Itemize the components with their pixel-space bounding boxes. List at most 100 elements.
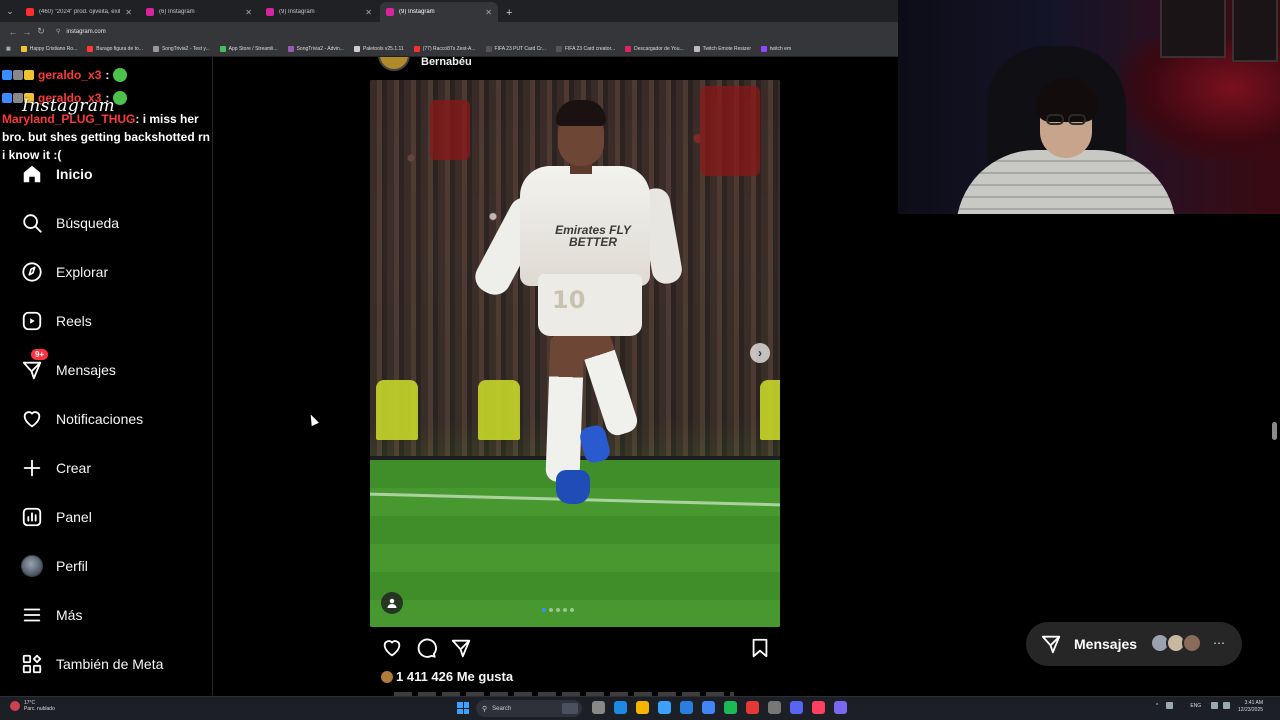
network-icon[interactable]	[1211, 702, 1219, 709]
carousel-dot	[541, 608, 546, 612]
taskbar-search-placeholder: Search	[492, 705, 512, 712]
sidebar-item-mensajes[interactable]: 9+ Mensajes	[0, 345, 213, 394]
task-view-icon[interactable]	[592, 701, 605, 714]
new-tab-button[interactable]: +	[500, 7, 518, 22]
spotify-icon[interactable]	[724, 701, 737, 714]
post-header: Bernabéu	[378, 57, 472, 71]
tab-search-icon[interactable]: ⌄	[0, 0, 20, 22]
bookmark[interactable]: Twitch Emote Resizer	[693, 45, 751, 52]
music-icon[interactable]	[812, 701, 825, 714]
sidebar-item-panel[interactable]: Panel	[0, 492, 213, 541]
mail-icon[interactable]	[680, 701, 693, 714]
bookmark[interactable]: SongTrivia2 - Advin...	[287, 45, 344, 52]
browser-tab[interactable]: (460) "2024" prod. ojiveita, exil ✕	[20, 2, 138, 22]
messenger-icon	[20, 358, 44, 382]
page-scrollbar[interactable]	[1272, 422, 1277, 440]
messages-label: Mensajes	[1074, 636, 1138, 652]
sidebar-item-label: Más	[56, 606, 83, 623]
browser-tab[interactable]: (9) Instagram ✕	[260, 2, 378, 22]
sidebar-item-explorar[interactable]: Explorar	[0, 247, 213, 296]
bookmark[interactable]: FIFA 23 PUT Card Cr...	[485, 45, 546, 52]
save-bookmark-icon[interactable]	[748, 636, 772, 660]
sidebar-item-reels[interactable]: Reels	[0, 296, 213, 345]
close-tab-icon[interactable]: ✕	[125, 8, 132, 17]
sidebar-item-label: Inicio	[56, 165, 93, 182]
obs-icon[interactable]	[834, 701, 847, 714]
sidebar-item-busqueda[interactable]: Búsqueda	[0, 198, 213, 247]
like-icon[interactable]	[380, 636, 404, 660]
mic-icon[interactable]	[1166, 702, 1174, 709]
weather-widget[interactable]: 17°C Parc. nublado	[10, 700, 55, 712]
photo-steward	[376, 380, 418, 440]
volume-icon[interactable]	[1223, 702, 1231, 709]
carousel-indicator	[540, 608, 575, 612]
settings-icon[interactable]	[768, 701, 781, 714]
sidebar-item-label: Crear	[56, 459, 92, 476]
sidebar-item-notificaciones[interactable]: Notificaciones	[0, 394, 213, 443]
shorts-number: 10	[552, 286, 586, 314]
close-tab-icon[interactable]: ✕	[365, 8, 372, 17]
carousel-next-button[interactable]: ›	[750, 343, 770, 363]
sidebar-item-label: Mensajes	[56, 361, 116, 378]
bookmark[interactable]: Descargador de You...	[625, 45, 684, 52]
apps-grid-icon[interactable]: ▦	[6, 46, 11, 52]
sidebar-item-label: Reels	[56, 312, 92, 329]
messenger-icon	[1040, 633, 1062, 655]
meta-grid-icon	[20, 652, 44, 676]
messages-pill[interactable]: Mensajes	[1026, 622, 1242, 666]
url-field[interactable]: ⚲ instagram.com	[56, 28, 106, 36]
back-icon[interactable]: ←	[6, 27, 20, 37]
menu-icon	[20, 603, 44, 627]
language-indicator[interactable]: ENG	[1190, 703, 1201, 709]
tray-overflow-icon[interactable]: ^	[1156, 703, 1158, 709]
taskbar-search[interactable]: ⚲ Search	[476, 700, 582, 717]
edge-icon[interactable]	[614, 701, 627, 714]
system-tray: ^ ENG	[1156, 702, 1235, 709]
bookmark[interactable]: Paletools v25.1.11	[353, 45, 404, 52]
chat-badge-icon	[24, 70, 34, 80]
store-icon[interactable]	[658, 701, 671, 714]
start-button[interactable]	[457, 702, 469, 714]
sidebar-item-crear[interactable]: Crear	[0, 443, 213, 492]
bookmark[interactable]: Burago figura de to...	[87, 45, 143, 52]
reload-icon[interactable]: ↻	[34, 26, 48, 37]
shirt-sponsor: Emirates FLY BETTER	[555, 223, 631, 249]
close-tab-icon[interactable]: ✕	[485, 8, 492, 17]
bookmark[interactable]: FIFA 23 Card creator...	[555, 45, 615, 52]
post-location[interactable]: Bernabéu	[421, 57, 472, 68]
bookmark[interactable]: Happy Cristiano Ro...	[20, 45, 77, 52]
bookmark-favicon	[693, 45, 700, 52]
plus-icon	[20, 456, 44, 480]
clock[interactable]: 3:41 AM 12/23/2025	[1238, 700, 1263, 714]
site-info-icon[interactable]: ⚲	[56, 28, 60, 35]
more-icon[interactable]: ⋯	[1213, 636, 1225, 650]
bookmark[interactable]: App Store / Streamli...	[219, 45, 278, 52]
sidebar-item-perfil[interactable]: Perfil	[0, 541, 213, 590]
comment-icon[interactable]	[414, 636, 438, 660]
discord-icon[interactable]	[790, 701, 803, 714]
screen: ⌄ (460) "2024" prod. ojiveita, exil ✕ (6…	[0, 0, 1280, 720]
bookmark[interactable]: SongTrivia2 - Test y...	[152, 45, 210, 52]
likes-count[interactable]: 1 411 426 Me gusta	[381, 669, 513, 684]
bookmark-favicon	[625, 45, 632, 52]
post-author-avatar[interactable]	[378, 57, 410, 71]
chrome-icon[interactable]	[702, 701, 715, 714]
bookmark[interactable]: (77) Racco87s Zest-A...	[413, 45, 476, 52]
instagram-logo[interactable]: Instagram	[22, 96, 115, 116]
address-bar: ← → ↻ ⚲ instagram.com	[0, 22, 898, 41]
browser-tab-active[interactable]: (9) Instagram ✕	[380, 2, 498, 22]
bookmark[interactable]: twitch em	[761, 45, 791, 52]
sidebar-item-mas[interactable]: Más	[0, 590, 213, 639]
tagged-user-icon[interactable]	[381, 592, 403, 614]
close-tab-icon[interactable]: ✕	[245, 8, 252, 17]
chat-text: :	[105, 68, 110, 82]
sidebar-item-tambien-de-meta[interactable]: También de Meta	[0, 639, 213, 688]
clock-date: 12/23/2025	[1238, 707, 1264, 713]
share-icon[interactable]	[449, 636, 473, 660]
chart-icon	[20, 505, 44, 529]
explorer-icon[interactable]	[636, 701, 649, 714]
browser-tab[interactable]: (6) Instagram ✕	[140, 2, 258, 22]
taskbar-apps	[592, 701, 856, 714]
app-icon[interactable]	[746, 701, 759, 714]
forward-icon[interactable]: →	[20, 27, 34, 37]
